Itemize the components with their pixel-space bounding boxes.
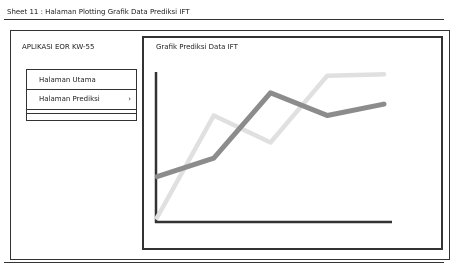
series-line-1 [154, 90, 387, 180]
app-title: APLIKASI EOR KW-55 [22, 43, 95, 51]
status-bar [4, 262, 444, 263]
menu-divider [27, 109, 136, 110]
menu-divider [27, 113, 136, 114]
sheet-title: Sheet 11 : Halaman Plotting Grafik Data … [4, 5, 444, 20]
menu-item-label: Halaman Utama [39, 76, 96, 84]
menu-item-label: Halaman Prediksi [39, 95, 100, 103]
navigation-menu: Halaman Utama Halaman Prediksi › [26, 69, 137, 121]
menu-item-halaman-utama[interactable]: Halaman Utama [27, 72, 136, 88]
chart-panel: Grafik Prediksi Data IFT [142, 36, 443, 250]
menu-divider [27, 89, 136, 90]
chevron-right-icon: › [128, 95, 131, 103]
menu-item-halaman-prediksi[interactable]: Halaman Prediksi › [27, 91, 136, 107]
line-chart [154, 72, 392, 224]
